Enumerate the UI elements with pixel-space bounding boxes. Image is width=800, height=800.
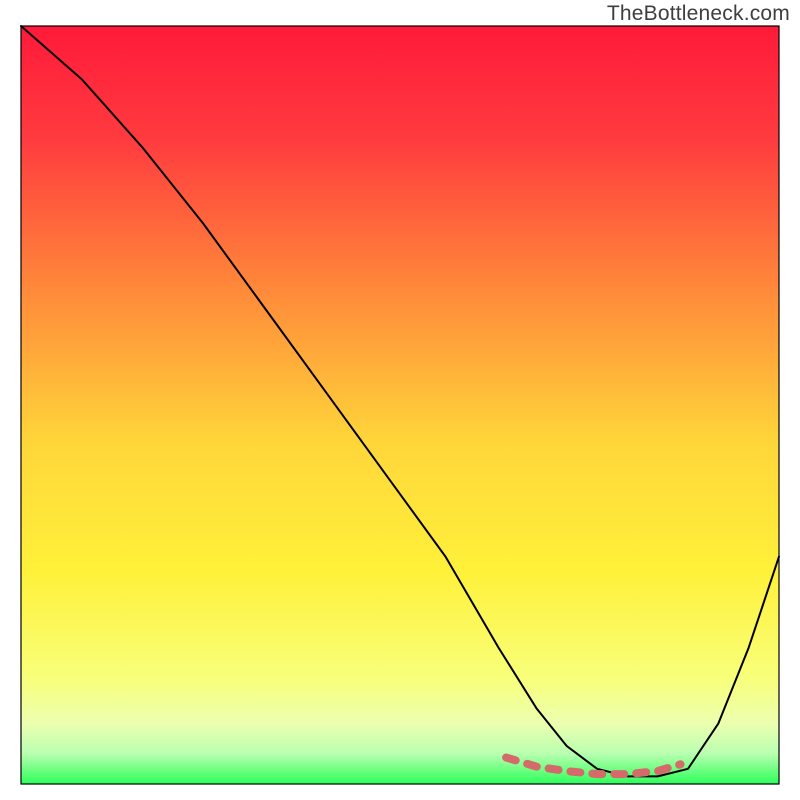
chart-container: TheBottleneck.com [0,0,800,800]
bottleneck-chart [0,0,800,800]
